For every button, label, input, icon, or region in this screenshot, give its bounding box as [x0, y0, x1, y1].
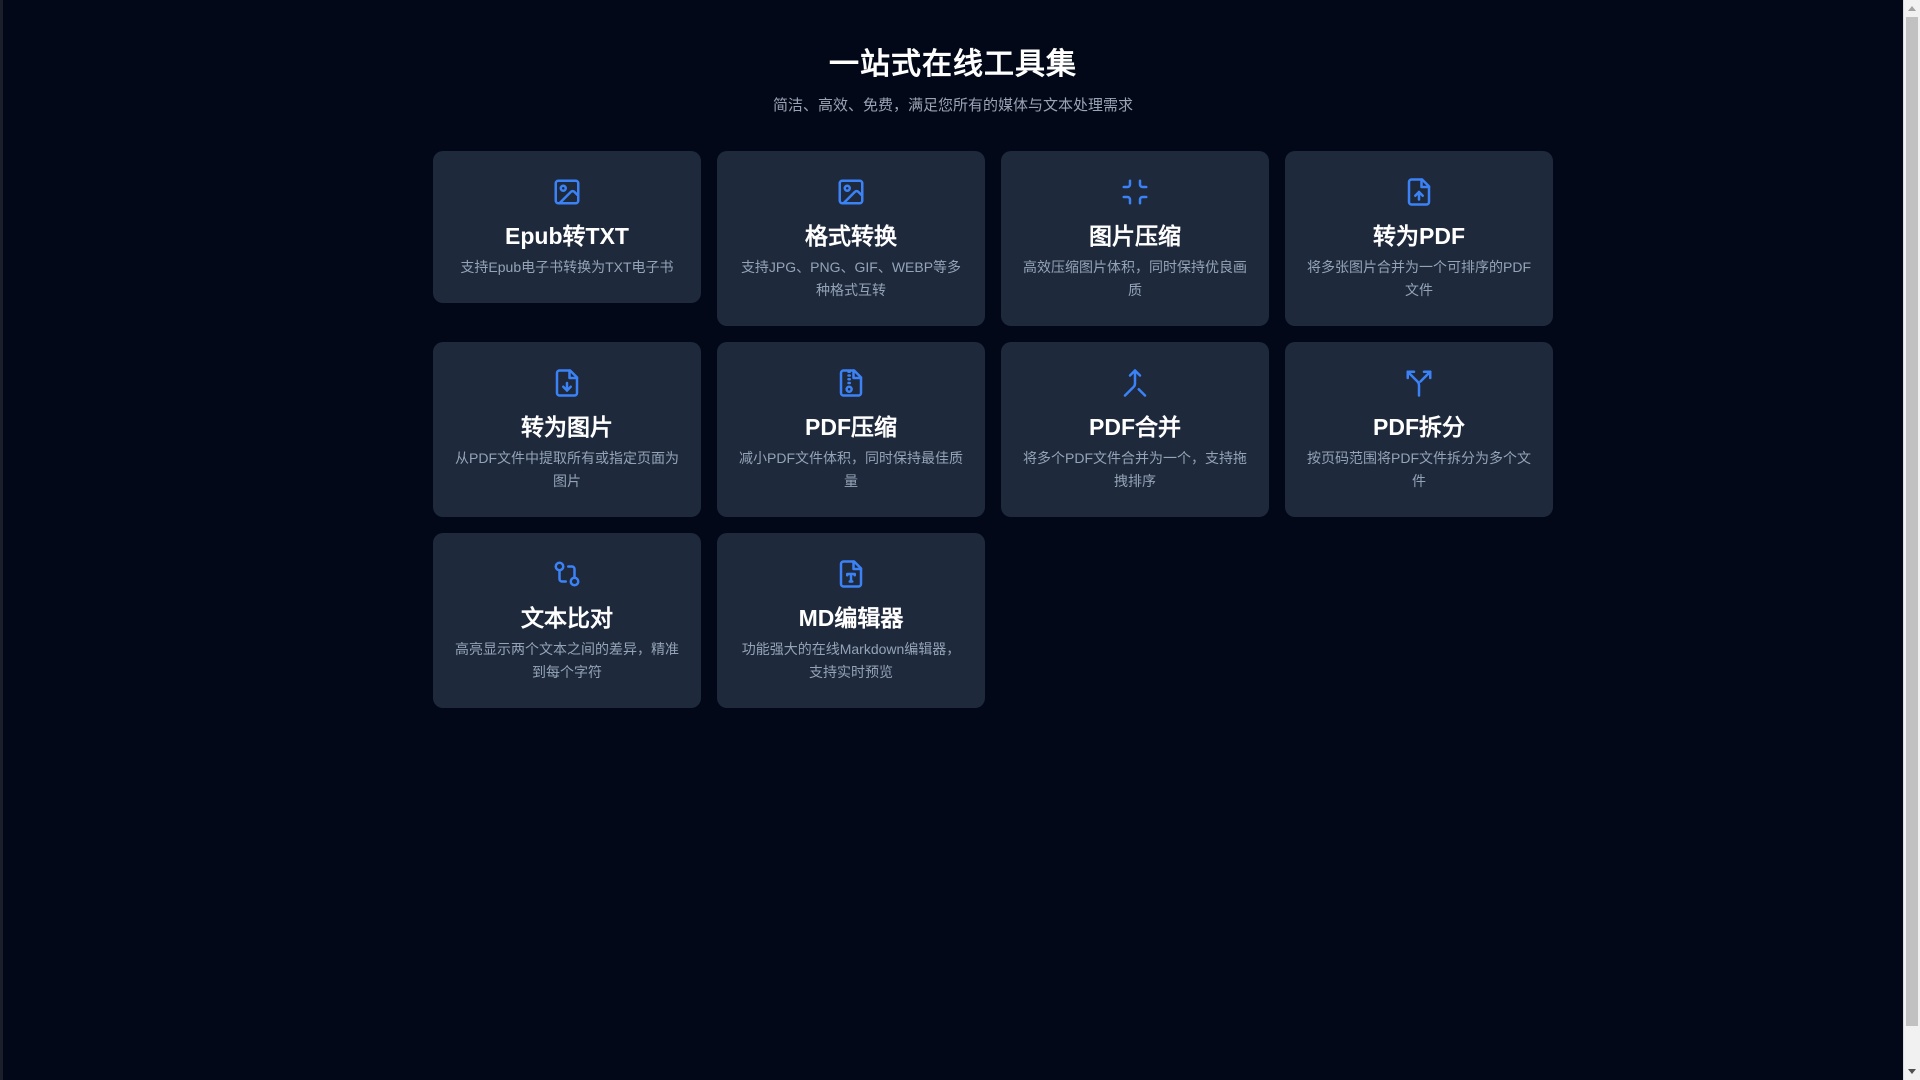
tool-card-description: 支持Epub电子书转换为TXT电子书 — [460, 259, 674, 275]
page-title: 一站式在线工具集 — [829, 48, 1077, 81]
tool-card-description: 高亮显示两个文本之间的差异，精准到每个字符 — [455, 641, 679, 680]
tool-card-to-pdf[interactable]: 转为PDF 将多张图片合并为一个可排序的PDF文件 — [1285, 151, 1553, 326]
tool-card-description: 将多张图片合并为一个可排序的PDF文件 — [1307, 259, 1531, 298]
image-icon — [552, 177, 582, 207]
page-subtitle: 简洁、高效、免费，满足您所有的媒体与文本处理需求 — [772, 97, 1133, 114]
split-icon — [1404, 368, 1434, 398]
tool-card-md-editor[interactable]: MD编辑器 功能强大的在线Markdown编辑器，支持实时预览 — [717, 533, 985, 708]
tool-card-format-convert[interactable]: 格式转换 支持JPG、PNG、GIF、WEBP等多种格式互转 — [717, 151, 985, 326]
tool-card-description: 减小PDF文件体积，同时保持最佳质量 — [739, 450, 963, 489]
tool-card-title: 转为图片 — [521, 414, 613, 440]
file-download-icon — [552, 368, 582, 398]
scroll-up-arrow-icon[interactable] — [1908, 6, 1916, 11]
tool-card-description: 将多个PDF文件合并为一个，支持拖拽排序 — [1023, 450, 1247, 489]
tool-card-title: 格式转换 — [805, 223, 897, 249]
tool-card-pdf-split[interactable]: PDF拆分 按页码范围将PDF文件拆分为多个文件 — [1285, 342, 1553, 517]
image-icon — [836, 177, 866, 207]
main-content: 一站式在线工具集 简洁、高效、免费，满足您所有的媒体与文本处理需求 Epub转T… — [3, 0, 1903, 1080]
tool-card-description: 高效压缩图片体积，同时保持优良画质 — [1023, 259, 1247, 298]
scroll-down-arrow-icon[interactable] — [1908, 1069, 1916, 1074]
page-header: 一站式在线工具集 简洁、高效、免费，满足您所有的媒体与文本处理需求 — [3, 0, 1903, 116]
tool-card-title: PDF压缩 — [805, 414, 897, 440]
tool-card-title: 文本比对 — [521, 605, 613, 631]
scrollbar-thumb[interactable] — [1906, 17, 1918, 1026]
tool-card-title: MD编辑器 — [798, 605, 904, 631]
vertical-scrollbar[interactable] — [1903, 0, 1920, 1080]
file-upload-icon — [1404, 177, 1434, 207]
file-archive-icon — [836, 368, 866, 398]
tool-card-title: 图片压缩 — [1089, 223, 1181, 249]
tool-card-description: 从PDF文件中提取所有或指定页面为图片 — [455, 450, 679, 489]
tool-card-title: PDF拆分 — [1373, 414, 1465, 440]
tool-card-title: 转为PDF — [1373, 223, 1465, 249]
tool-card-description: 支持JPG、PNG、GIF、WEBP等多种格式互转 — [740, 259, 962, 298]
tool-card-pdf-compress[interactable]: PDF压缩 减小PDF文件体积，同时保持最佳质量 — [717, 342, 985, 517]
merge-icon — [1120, 368, 1150, 398]
tool-card-text-compare[interactable]: 文本比对 高亮显示两个文本之间的差异，精准到每个字符 — [433, 533, 701, 708]
git-compare-icon — [552, 559, 582, 589]
tool-card-image-compress[interactable]: 图片压缩 高效压缩图片体积，同时保持优良画质 — [1001, 151, 1269, 326]
tool-grid: Epub转TXT 支持Epub电子书转换为TXT电子书 格式转换 支持JPG、P… — [433, 151, 1556, 708]
tool-card-to-image[interactable]: 转为图片 从PDF文件中提取所有或指定页面为图片 — [433, 342, 701, 517]
tool-card-pdf-merge[interactable]: PDF合并 将多个PDF文件合并为一个，支持拖拽排序 — [1001, 342, 1269, 517]
tool-card-description: 功能强大的在线Markdown编辑器，支持实时预览 — [741, 641, 961, 680]
tool-card-title: PDF合并 — [1089, 414, 1181, 440]
tool-card-description: 按页码范围将PDF文件拆分为多个文件 — [1307, 450, 1531, 489]
tool-card-epub-to-txt[interactable]: Epub转TXT 支持Epub电子书转换为TXT电子书 — [433, 151, 701, 303]
shrink-icon — [1120, 177, 1150, 207]
file-type-icon — [836, 559, 866, 589]
tool-card-title: Epub转TXT — [505, 223, 629, 249]
